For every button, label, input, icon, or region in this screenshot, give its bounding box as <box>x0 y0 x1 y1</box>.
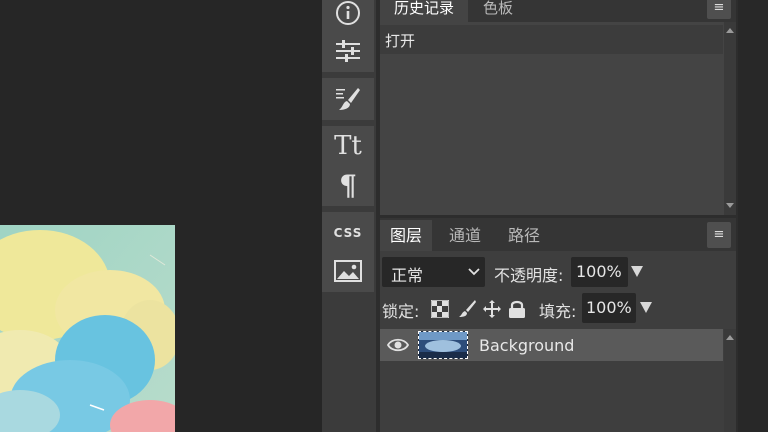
history-item[interactable]: 打开 <box>380 25 723 54</box>
eye-icon[interactable] <box>386 337 410 357</box>
panel-toolstrip: Tt ¶ CSS <box>322 0 376 432</box>
lock-move-icon[interactable] <box>482 299 502 323</box>
tab-paths[interactable]: 路径 <box>498 220 550 251</box>
toolstrip-group-2 <box>322 78 374 120</box>
history-item-label: 打开 <box>385 32 416 50</box>
layer-row[interactable]: Background <box>380 329 723 361</box>
toolstrip-group-1 <box>322 0 374 72</box>
lock-brush-icon[interactable] <box>457 299 477 323</box>
lock-all-icon[interactable] <box>508 299 526 323</box>
history-tab-bar: 历史记录 色板 ≡ <box>380 0 736 22</box>
image-icon[interactable] <box>329 254 367 288</box>
tab-channels[interactable]: 通道 <box>438 220 492 251</box>
scroll-up-icon[interactable] <box>726 335 734 340</box>
layers-menu-icon[interactable]: ≡ <box>707 222 731 248</box>
blend-mode-value: 正常 <box>391 266 424 285</box>
character-icon[interactable]: Tt <box>329 129 367 163</box>
document-image-art <box>0 225 175 432</box>
layers-tab-bar: 图层 通道 路径 ≡ <box>380 218 736 251</box>
toolstrip-group-4: CSS <box>322 212 374 292</box>
opacity-value: 100% <box>576 262 622 281</box>
scroll-down-icon[interactable] <box>726 203 734 208</box>
lock-transparent-icon[interactable] <box>430 299 450 322</box>
fill-value: 100% <box>586 298 632 317</box>
opacity-label: 不透明度: <box>494 266 564 285</box>
blend-mode-select[interactable]: 正常 <box>382 257 485 287</box>
brush-settings-icon[interactable] <box>329 82 367 116</box>
history-menu-icon[interactable]: ≡ <box>707 0 731 19</box>
history-scrollbar[interactable] <box>724 22 736 215</box>
tab-swatches[interactable]: 色板 <box>470 0 526 22</box>
document-image[interactable] <box>0 225 175 432</box>
tab-history[interactable]: 历史记录 <box>380 0 468 22</box>
adjustments-icon[interactable] <box>329 34 367 68</box>
scroll-up-icon[interactable] <box>726 28 734 33</box>
opacity-input[interactable]: 100% <box>571 257 628 287</box>
fill-label: 填充: <box>539 302 577 321</box>
layer-thumbnail <box>418 331 468 359</box>
paragraph-icon[interactable]: ¶ <box>329 168 367 202</box>
fill-dropdown-icon[interactable] <box>640 302 652 313</box>
chevron-down-icon <box>468 268 480 276</box>
right-edge-strip <box>738 0 768 432</box>
fill-input[interactable]: 100% <box>582 293 636 323</box>
layers-scrollbar[interactable] <box>724 329 736 432</box>
toolstrip-group-3: Tt ¶ <box>322 126 374 206</box>
tab-layers[interactable]: 图层 <box>380 220 432 251</box>
css-icon[interactable]: CSS <box>329 216 367 250</box>
info-icon[interactable] <box>329 0 367 30</box>
layer-name: Background <box>479 336 575 355</box>
opacity-dropdown-icon[interactable] <box>631 266 643 277</box>
lock-label: 锁定: <box>382 302 420 321</box>
